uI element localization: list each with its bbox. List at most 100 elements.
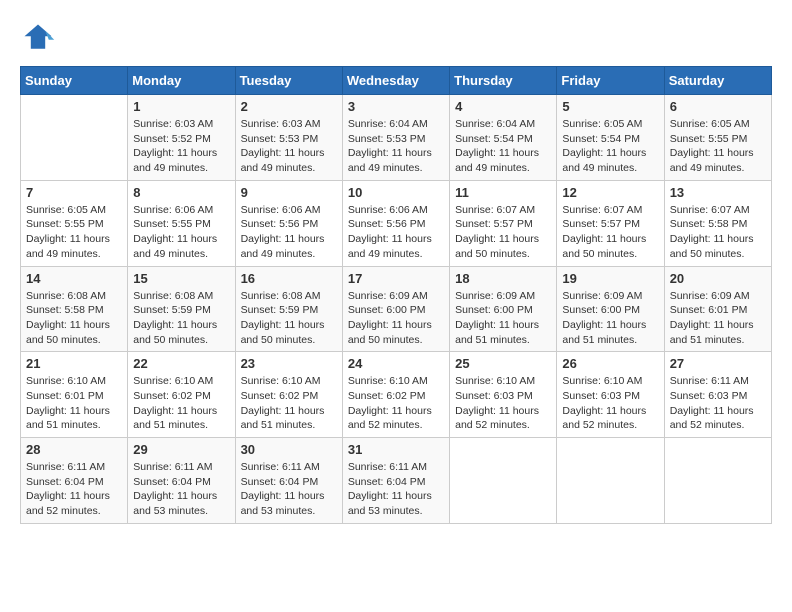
day-info: Sunrise: 6:07 AM Sunset: 5:57 PM Dayligh… (455, 203, 551, 262)
calendar-cell: 7 Sunrise: 6:05 AM Sunset: 5:55 PM Daylig… (21, 180, 128, 266)
day-info: Sunrise: 6:08 AM Sunset: 5:59 PM Dayligh… (133, 289, 229, 348)
day-number: 10 (348, 185, 444, 200)
day-info: Sunrise: 6:05 AM Sunset: 5:55 PM Dayligh… (26, 203, 122, 262)
day-number: 23 (241, 356, 337, 371)
day-info: Sunrise: 6:10 AM Sunset: 6:02 PM Dayligh… (133, 374, 229, 433)
day-number: 11 (455, 185, 551, 200)
day-info: Sunrise: 6:06 AM Sunset: 5:56 PM Dayligh… (241, 203, 337, 262)
day-number: 30 (241, 442, 337, 457)
day-number: 2 (241, 99, 337, 114)
calendar-cell: 31Sunrise: 6:11 AM Sunset: 6:04 PM Dayli… (342, 438, 449, 524)
weekday-header-thursday: Thursday (450, 67, 557, 95)
day-info: Sunrise: 6:10 AM Sunset: 6:01 PM Dayligh… (26, 374, 122, 433)
calendar-cell: 26 Sunrise: 6:10 AM Sunset: 6:03 PM Dayli… (557, 352, 664, 438)
calendar-week-row: 21 Sunrise: 6:10 AM Sunset: 6:01 PM Dayli… (21, 352, 772, 438)
calendar-cell (557, 438, 664, 524)
day-number: 16 (241, 271, 337, 286)
calendar-cell: 11 Sunrise: 6:07 AM Sunset: 5:57 PM Dayli… (450, 180, 557, 266)
day-number: 4 (455, 99, 551, 114)
day-number: 3 (348, 99, 444, 114)
calendar-cell: 3 Sunrise: 6:04 AM Sunset: 5:53 PM Daylig… (342, 95, 449, 181)
day-number: 7 (26, 185, 122, 200)
day-number: 12 (562, 185, 658, 200)
day-info: Sunrise: 6:05 AM Sunset: 5:55 PM Dayligh… (670, 117, 766, 176)
day-info: Sunrise: 6:08 AM Sunset: 5:59 PM Dayligh… (241, 289, 337, 348)
day-number: 22 (133, 356, 229, 371)
calendar-week-row: 14 Sunrise: 6:08 AM Sunset: 5:58 PM Dayli… (21, 266, 772, 352)
day-info: Sunrise: 6:07 AM Sunset: 5:58 PM Dayligh… (670, 203, 766, 262)
day-number: 1 (133, 99, 229, 114)
day-number: 18 (455, 271, 551, 286)
calendar-cell: 24 Sunrise: 6:10 AM Sunset: 6:02 PM Dayli… (342, 352, 449, 438)
calendar-cell: 21 Sunrise: 6:10 AM Sunset: 6:01 PM Dayli… (21, 352, 128, 438)
day-info: Sunrise: 6:09 AM Sunset: 6:01 PM Dayligh… (670, 289, 766, 348)
day-info: Sunrise: 6:04 AM Sunset: 5:54 PM Dayligh… (455, 117, 551, 176)
calendar-cell: 25Sunrise: 6:10 AM Sunset: 6:03 PM Dayli… (450, 352, 557, 438)
calendar-cell (664, 438, 771, 524)
day-info: Sunrise: 6:11 AM Sunset: 6:04 PM Dayligh… (348, 460, 444, 519)
day-number: 8 (133, 185, 229, 200)
day-info: Sunrise: 6:03 AM Sunset: 5:53 PM Dayligh… (241, 117, 337, 176)
day-number: 19 (562, 271, 658, 286)
day-info: Sunrise: 6:06 AM Sunset: 5:55 PM Dayligh… (133, 203, 229, 262)
calendar-cell: 23 Sunrise: 6:10 AM Sunset: 6:02 PM Dayli… (235, 352, 342, 438)
day-info: Sunrise: 6:10 AM Sunset: 6:03 PM Dayligh… (562, 374, 658, 433)
day-number: 27 (670, 356, 766, 371)
day-info: Sunrise: 6:11 AM Sunset: 6:03 PM Dayligh… (670, 374, 766, 433)
day-info: Sunrise: 6:10 AM Sunset: 6:02 PM Dayligh… (241, 374, 337, 433)
day-number: 28 (26, 442, 122, 457)
day-info: Sunrise: 6:05 AM Sunset: 5:54 PM Dayligh… (562, 117, 658, 176)
calendar-cell: 1Sunrise: 6:03 AM Sunset: 5:52 PM Daylig… (128, 95, 235, 181)
calendar-cell: 10 Sunrise: 6:06 AM Sunset: 5:56 PM Dayli… (342, 180, 449, 266)
day-info: Sunrise: 6:08 AM Sunset: 5:58 PM Dayligh… (26, 289, 122, 348)
calendar-cell: 27 Sunrise: 6:11 AM Sunset: 6:03 PM Dayli… (664, 352, 771, 438)
calendar-cell: 17Sunrise: 6:09 AM Sunset: 6:00 PM Dayli… (342, 266, 449, 352)
weekday-header-monday: Monday (128, 67, 235, 95)
weekday-header-tuesday: Tuesday (235, 67, 342, 95)
calendar-cell (450, 438, 557, 524)
day-info: Sunrise: 6:10 AM Sunset: 6:02 PM Dayligh… (348, 374, 444, 433)
day-number: 24 (348, 356, 444, 371)
calendar-cell: 16 Sunrise: 6:08 AM Sunset: 5:59 PM Dayli… (235, 266, 342, 352)
calendar-week-row: 1Sunrise: 6:03 AM Sunset: 5:52 PM Daylig… (21, 95, 772, 181)
calendar-cell: 22 Sunrise: 6:10 AM Sunset: 6:02 PM Dayli… (128, 352, 235, 438)
weekday-header-row: SundayMondayTuesdayWednesdayThursdayFrid… (21, 67, 772, 95)
calendar-cell (21, 95, 128, 181)
day-info: Sunrise: 6:07 AM Sunset: 5:57 PM Dayligh… (562, 203, 658, 262)
day-info: Sunrise: 6:11 AM Sunset: 6:04 PM Dayligh… (241, 460, 337, 519)
day-number: 29 (133, 442, 229, 457)
day-info: Sunrise: 6:09 AM Sunset: 6:00 PM Dayligh… (562, 289, 658, 348)
day-info: Sunrise: 6:11 AM Sunset: 6:04 PM Dayligh… (26, 460, 122, 519)
day-info: Sunrise: 6:06 AM Sunset: 5:56 PM Dayligh… (348, 203, 444, 262)
day-number: 26 (562, 356, 658, 371)
day-number: 9 (241, 185, 337, 200)
day-info: Sunrise: 6:04 AM Sunset: 5:53 PM Dayligh… (348, 117, 444, 176)
calendar-cell: 8 Sunrise: 6:06 AM Sunset: 5:55 PM Daylig… (128, 180, 235, 266)
calendar-cell: 13 Sunrise: 6:07 AM Sunset: 5:58 PM Dayli… (664, 180, 771, 266)
day-info: Sunrise: 6:09 AM Sunset: 6:00 PM Dayligh… (455, 289, 551, 348)
calendar-cell: 5Sunrise: 6:05 AM Sunset: 5:54 PM Daylig… (557, 95, 664, 181)
calendar-cell: 2 Sunrise: 6:03 AM Sunset: 5:53 PM Daylig… (235, 95, 342, 181)
calendar-cell: 20 Sunrise: 6:09 AM Sunset: 6:01 PM Dayli… (664, 266, 771, 352)
day-number: 13 (670, 185, 766, 200)
calendar-table: SundayMondayTuesdayWednesdayThursdayFrid… (20, 66, 772, 524)
calendar-week-row: 28 Sunrise: 6:11 AM Sunset: 6:04 PM Dayli… (21, 438, 772, 524)
calendar-cell: 6Sunrise: 6:05 AM Sunset: 5:55 PM Daylig… (664, 95, 771, 181)
day-number: 17 (348, 271, 444, 286)
logo-icon (20, 20, 56, 56)
calendar-cell: 4 Sunrise: 6:04 AM Sunset: 5:54 PM Daylig… (450, 95, 557, 181)
day-info: Sunrise: 6:11 AM Sunset: 6:04 PM Dayligh… (133, 460, 229, 519)
calendar-cell: 19 Sunrise: 6:09 AM Sunset: 6:00 PM Dayli… (557, 266, 664, 352)
day-number: 14 (26, 271, 122, 286)
page-header (20, 20, 772, 56)
calendar-cell: 29 Sunrise: 6:11 AM Sunset: 6:04 PM Dayli… (128, 438, 235, 524)
calendar-cell: 14 Sunrise: 6:08 AM Sunset: 5:58 PM Dayli… (21, 266, 128, 352)
calendar-cell: 30 Sunrise: 6:11 AM Sunset: 6:04 PM Dayli… (235, 438, 342, 524)
day-number: 20 (670, 271, 766, 286)
weekday-header-saturday: Saturday (664, 67, 771, 95)
logo (20, 20, 60, 56)
calendar-cell: 12 Sunrise: 6:07 AM Sunset: 5:57 PM Dayli… (557, 180, 664, 266)
day-number: 21 (26, 356, 122, 371)
day-info: Sunrise: 6:10 AM Sunset: 6:03 PM Dayligh… (455, 374, 551, 433)
calendar-cell: 15Sunrise: 6:08 AM Sunset: 5:59 PM Dayli… (128, 266, 235, 352)
